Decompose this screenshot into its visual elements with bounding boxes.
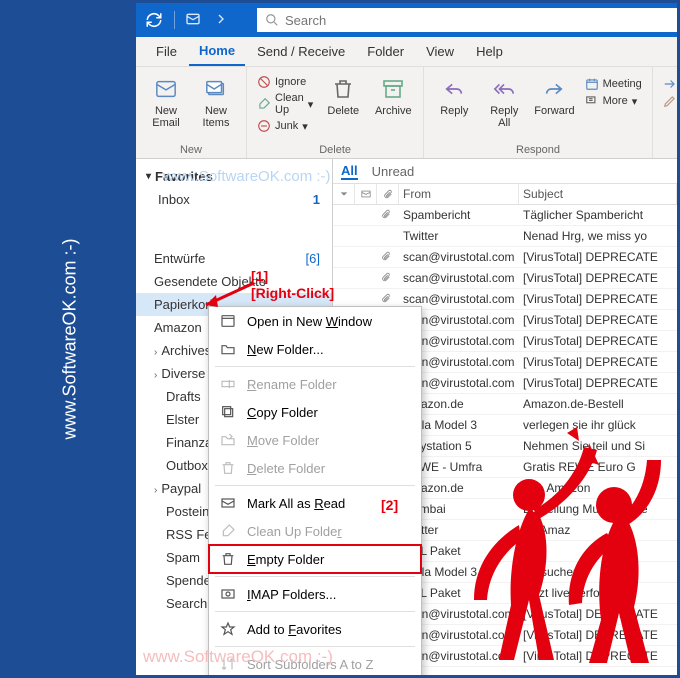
context-fav[interactable]: Add to Favorites — [209, 615, 421, 643]
ignore-button[interactable]: Ignore — [257, 75, 313, 89]
decorative-dancers — [439, 425, 669, 665]
menu-tab-file[interactable]: File — [146, 38, 187, 65]
imap-icon — [219, 585, 237, 603]
move-icon — [219, 431, 237, 449]
context-ren: Rename Folder — [209, 370, 421, 398]
forward-icon — [540, 75, 568, 103]
archive-button[interactable]: Archive — [373, 71, 413, 117]
ribbon-group-respond: Reply Reply All Forward Meeting More ▾ R… — [424, 67, 652, 158]
message-row[interactable]: SpamberichtTäglicher Spambericht — [333, 205, 677, 226]
trash-icon — [219, 550, 237, 568]
filter-all[interactable]: All — [341, 163, 358, 180]
brand-sidebar: www.SoftwareOK.com :-) — [3, 3, 136, 675]
nav-inbox[interactable]: Inbox1 — [136, 188, 332, 211]
reply-icon — [440, 75, 468, 103]
ribbon-group-delete: Ignore Clean Up ▾ Junk ▾ Delete Archive … — [247, 67, 424, 158]
context-imap[interactable]: IMAP Folders... — [209, 580, 421, 608]
message-row[interactable]: scan@virustotal.com[VirusTotal] DEPRECAT… — [333, 247, 677, 268]
delete-button[interactable]: Delete — [323, 71, 363, 117]
menu-tab-home[interactable]: Home — [189, 37, 245, 66]
star-icon — [219, 620, 237, 638]
mini-icon-2[interactable] — [213, 11, 231, 29]
sync-icon[interactable] — [144, 10, 164, 30]
mini-icon-1[interactable] — [185, 11, 203, 29]
window-icon — [219, 312, 237, 330]
extra-1[interactable] — [663, 77, 680, 91]
search-icon — [265, 13, 279, 27]
create-button[interactable]: Cre — [663, 94, 680, 108]
meeting-button[interactable]: Meeting — [585, 77, 642, 91]
mail-stack-icon — [202, 75, 230, 103]
context-empty-folder[interactable]: Empty Folder — [209, 545, 421, 573]
search-box[interactable] — [257, 8, 677, 32]
new-items-button[interactable]: New Items — [196, 71, 236, 129]
col-attach[interactable] — [377, 184, 399, 204]
menu-tab-view[interactable]: View — [416, 38, 464, 65]
reply-all-button[interactable]: Reply All — [484, 71, 524, 129]
ribbon: New Email New Items New Ignore Clean Up … — [136, 67, 677, 159]
watermark-top: www.SoftwareOK.com :-) — [163, 168, 331, 185]
ignore-icon — [257, 75, 271, 89]
pencil-icon — [663, 94, 677, 108]
menu-tab-folder[interactable]: Folder — [357, 38, 414, 65]
menu-tab-send-receive[interactable]: Send / Receive — [247, 38, 355, 65]
column-header: From Subject — [333, 183, 677, 205]
copy-icon — [219, 403, 237, 421]
filter-unread[interactable]: Unread — [372, 164, 415, 179]
ribbon-group-extra: Cre — [653, 67, 680, 158]
reply-all-icon — [490, 75, 518, 103]
col-subject[interactable]: Subject — [519, 184, 677, 204]
broom-icon — [219, 522, 237, 540]
mail-icon — [219, 494, 237, 512]
search-input[interactable] — [285, 13, 669, 28]
brand-vertical-text: www.SoftwareOK.com :-) — [59, 238, 80, 439]
context-copy[interactable]: Copy Folder — [209, 398, 421, 426]
rename-icon — [219, 375, 237, 393]
archive-icon — [379, 75, 407, 103]
col-select[interactable] — [333, 184, 355, 204]
annotation-right-click: [Right-Click] — [251, 285, 334, 301]
calendar-icon — [585, 77, 599, 91]
context-clean: Clean Up Folder — [209, 517, 421, 545]
col-read[interactable] — [355, 184, 377, 204]
titlebar — [136, 3, 677, 37]
ribbon-group-new: New Email New Items New — [136, 67, 247, 158]
context-menu: Open in New WindowNew Folder... Rename Fo… — [208, 306, 422, 678]
context-del: Delete Folder — [209, 454, 421, 482]
broom-icon — [257, 97, 271, 111]
more-button[interactable]: More ▾ — [585, 94, 642, 108]
list-filter-bar: All Unread — [333, 159, 677, 183]
cleanup-button[interactable]: Clean Up ▾ — [257, 92, 313, 116]
context-open[interactable]: Open in New Window — [209, 307, 421, 335]
mail-icon — [152, 75, 180, 103]
new-email-button[interactable]: New Email — [146, 71, 186, 129]
nav-folder-entw-rfe[interactable]: Entwürfe[6] — [136, 247, 332, 270]
col-from[interactable]: From — [399, 184, 519, 204]
reply-button[interactable]: Reply — [434, 71, 474, 117]
more-icon — [585, 94, 599, 108]
menu-tab-help[interactable]: Help — [466, 38, 513, 65]
context-move: Move Folder — [209, 426, 421, 454]
trash-icon — [219, 459, 237, 477]
message-row[interactable]: TwitterNenad Hrg, we miss yo — [333, 226, 677, 247]
annotation-2: [2] — [381, 497, 398, 513]
watermark-bottom: www.SoftwareOK.com :-) — [143, 647, 333, 667]
message-row[interactable]: scan@virustotal.com[VirusTotal] DEPRECAT… — [333, 268, 677, 289]
junk-button[interactable]: Junk ▾ — [257, 119, 313, 133]
move-to-icon — [663, 77, 677, 91]
menubar: FileHomeSend / ReceiveFolderViewHelp — [136, 37, 677, 67]
forward-button[interactable]: Forward — [534, 71, 574, 117]
trash-icon — [329, 75, 357, 103]
arrow-icon — [198, 279, 256, 311]
context-newf[interactable]: New Folder... — [209, 335, 421, 363]
junk-icon — [257, 119, 271, 133]
folder-icon — [219, 340, 237, 358]
